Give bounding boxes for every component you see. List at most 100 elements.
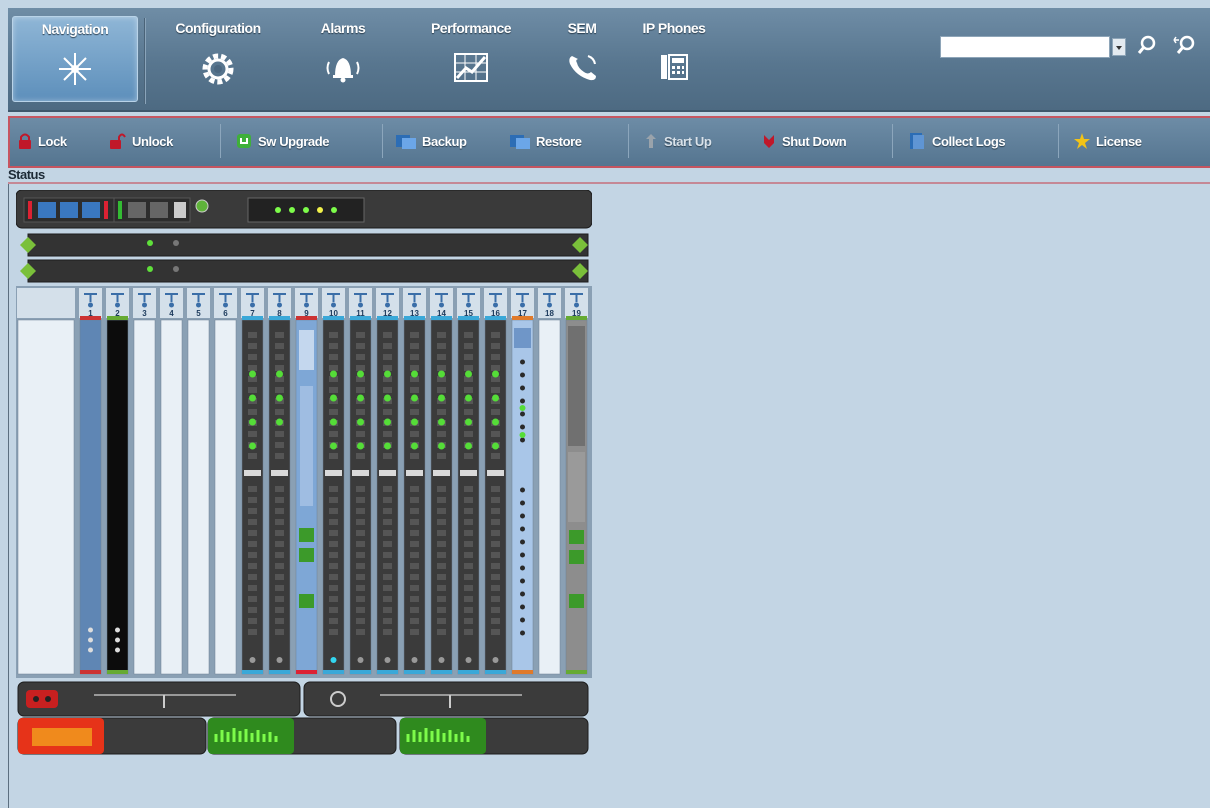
- collect-logs-button[interactable]: Collect Logs: [908, 130, 1006, 152]
- unlock-label: Unlock: [132, 133, 173, 149]
- phone-handset-icon: [569, 55, 596, 81]
- slot-card[interactable]: 6: [214, 288, 237, 675]
- restore-label: Restore: [536, 133, 582, 149]
- tab-label: IP Phones: [642, 20, 706, 36]
- search-input[interactable]: [940, 36, 1110, 58]
- collect-logs-label: Collect Logs: [932, 133, 1006, 149]
- search-dropdown-button[interactable]: [1112, 38, 1126, 56]
- panel-border: [8, 184, 9, 808]
- startup-icon: [646, 134, 656, 148]
- tab-label: Configuration: [175, 20, 261, 36]
- chassis-diagram: 1 2 3 4 5 6 7 8 9 10 11 12 13 14 15 16 17 18 19: [15, 189, 593, 755]
- top-led: [289, 207, 295, 213]
- top-navigation-bar: Navigation Configuration Alarms Performa…: [8, 8, 1210, 112]
- top-led: [331, 207, 337, 213]
- unlock-button[interactable]: Unlock: [110, 130, 173, 152]
- shutdown-icon: [764, 135, 774, 148]
- slot-number: 3: [142, 309, 147, 318]
- tab-sem[interactable]: SEM: [556, 16, 608, 102]
- tab-ip-phones[interactable]: IP Phones: [628, 16, 720, 102]
- slot-card[interactable]: 11: [349, 288, 372, 675]
- backup-button[interactable]: Backup: [396, 130, 467, 152]
- status-divider: [8, 182, 1210, 184]
- toolbar-separator: [892, 124, 893, 158]
- power-supply-2[interactable]: [207, 717, 397, 755]
- upgrade-icon: [237, 134, 251, 148]
- shelf-row-2: [27, 259, 589, 283]
- power-module[interactable]: [113, 197, 191, 223]
- gear-icon: [202, 53, 234, 85]
- fan-unit-right[interactable]: [303, 681, 589, 717]
- desk-phone-icon: [661, 54, 688, 80]
- slot-number: 4: [169, 309, 174, 318]
- slot-card[interactable]: 9: [295, 288, 318, 675]
- lock-label: Lock: [38, 133, 67, 149]
- license-label: License: [1096, 133, 1142, 149]
- search-icon[interactable]: [1136, 34, 1158, 56]
- toolbar-separator: [628, 124, 629, 158]
- toolbar-separator: [382, 124, 383, 158]
- chart-icon: [454, 53, 488, 82]
- slot-card[interactable]: 15: [457, 288, 480, 675]
- logs-icon: [910, 133, 924, 149]
- slot-card[interactable]: 3: [133, 288, 156, 675]
- lock-button[interactable]: Lock: [18, 130, 67, 152]
- toolbar-separator: [1058, 124, 1059, 158]
- slot-card[interactable]: 16: [484, 288, 507, 675]
- slot-card[interactable]: 13: [403, 288, 426, 675]
- status-label: Status: [8, 167, 45, 182]
- tab-label: Navigation: [41, 21, 109, 37]
- fan-unit-left[interactable]: [17, 681, 301, 717]
- nav-separator: [144, 18, 146, 104]
- fan-tray[interactable]: [23, 197, 115, 223]
- slot-card[interactable]: 2: [106, 288, 129, 675]
- top-led: [275, 207, 281, 213]
- top-led: [317, 207, 323, 213]
- tab-navigation[interactable]: Navigation: [12, 16, 138, 102]
- slot-blank[interactable]: [17, 288, 75, 675]
- shut-down-button[interactable]: Shut Down: [762, 130, 847, 152]
- shut-down-label: Shut Down: [782, 133, 847, 149]
- compass-star-icon: [59, 53, 91, 85]
- tab-label: Alarms: [320, 20, 366, 36]
- slot-number: 18: [545, 309, 554, 318]
- slot-card[interactable]: 5: [187, 288, 210, 675]
- slot-card[interactable]: 1: [79, 288, 102, 675]
- slot-card[interactable]: 17: [511, 288, 534, 675]
- power-supply-3[interactable]: [399, 717, 589, 755]
- slot-card[interactable]: 14: [430, 288, 453, 675]
- start-up-button[interactable]: Start Up: [644, 130, 712, 152]
- top-led: [303, 207, 309, 213]
- sw-upgrade-button[interactable]: Sw Upgrade: [236, 130, 330, 152]
- tab-performance[interactable]: Performance: [408, 16, 534, 102]
- bell-icon: [326, 58, 360, 83]
- tab-alarms[interactable]: Alarms: [304, 16, 382, 102]
- backup-icon: [396, 135, 416, 149]
- slot-card[interactable]: 10: [322, 288, 345, 675]
- chassis-view: 1 2 3 4 5 6 7 8 9 10 11 12 13 14 15 16 17 18 19: [15, 189, 593, 756]
- start-up-label: Start Up: [664, 133, 712, 149]
- tab-configuration[interactable]: Configuration: [158, 16, 278, 102]
- star-icon: [1074, 133, 1090, 149]
- toolbar-separator: [220, 124, 221, 158]
- backup-label: Backup: [422, 133, 467, 149]
- slot-card[interactable]: 12: [376, 288, 399, 675]
- slot-card[interactable]: 7: [241, 288, 264, 675]
- action-toolbar: Lock Unlock Sw Upgrade Backup Restore St…: [8, 116, 1210, 168]
- license-button[interactable]: License: [1074, 130, 1142, 152]
- tab-label: Performance: [430, 20, 512, 36]
- slot-card[interactable]: 4: [160, 288, 183, 675]
- slot-card[interactable]: 18: [538, 288, 561, 675]
- slot-number: 6: [223, 309, 228, 318]
- clear-search-icon[interactable]: [1172, 34, 1198, 56]
- status-indicator-icon: [195, 199, 209, 213]
- slot-card[interactable]: 8: [268, 288, 291, 675]
- sw-upgrade-label: Sw Upgrade: [258, 133, 330, 149]
- slot-number: 5: [196, 309, 201, 318]
- shelf-row-1: [27, 233, 589, 257]
- tab-label: SEM: [567, 20, 597, 36]
- restore-button[interactable]: Restore: [510, 130, 582, 152]
- power-supply-1[interactable]: [17, 717, 207, 755]
- lock-icon: [19, 133, 31, 149]
- slot-card[interactable]: 19: [565, 288, 588, 675]
